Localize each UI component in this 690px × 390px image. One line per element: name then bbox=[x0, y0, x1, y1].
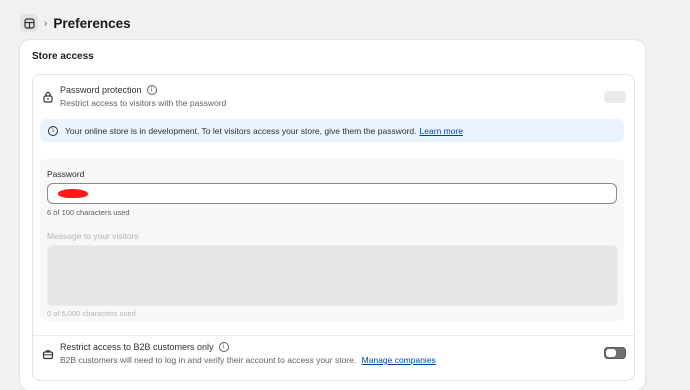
manage-companies-link[interactable]: Manage companies bbox=[362, 355, 436, 365]
b2b-label: Restrict access to B2B customers only bbox=[60, 342, 214, 352]
page-header: › Preferences bbox=[20, 12, 131, 34]
toggle-knob bbox=[606, 349, 616, 357]
info-icon[interactable]: i bbox=[146, 85, 157, 95]
banner-text: Your online store is in development. To … bbox=[65, 125, 417, 136]
message-label: Message to your visitors bbox=[47, 231, 139, 241]
password-protection-title: Password protection i bbox=[60, 85, 157, 95]
section-divider bbox=[33, 335, 634, 336]
development-banner: i Your online store is in development. T… bbox=[40, 119, 624, 142]
password-input[interactable] bbox=[47, 183, 617, 204]
password-char-count: 6 of 100 characters used bbox=[47, 208, 130, 217]
b2b-description-row: B2B customers will need to log in and ve… bbox=[60, 355, 436, 365]
redaction-mark bbox=[57, 189, 89, 198]
b2b-description: B2B customers will need to log in and ve… bbox=[60, 355, 357, 365]
password-protection-label: Password protection bbox=[60, 85, 142, 95]
b2b-title: Restrict access to B2B customers only i bbox=[60, 342, 229, 352]
b2b-toggle[interactable] bbox=[604, 347, 626, 359]
password-settings-box: Password 6 of 100 characters used Messag… bbox=[40, 159, 624, 321]
message-textarea[interactable] bbox=[47, 245, 618, 306]
briefcase-icon bbox=[42, 350, 54, 360]
page-title: Preferences bbox=[53, 15, 131, 31]
lock-icon bbox=[43, 91, 53, 103]
info-icon[interactable]: i bbox=[218, 342, 229, 352]
chevron-right-icon: › bbox=[44, 17, 48, 29]
store-access-section: Password protection i Restrict access to… bbox=[32, 74, 635, 381]
message-char-count: 0 of 5,000 characters used bbox=[47, 309, 136, 318]
store-layout-icon[interactable] bbox=[20, 14, 38, 32]
card-title: Store access bbox=[32, 51, 94, 62]
info-circle-icon: i bbox=[48, 125, 58, 136]
password-label: Password bbox=[47, 169, 85, 179]
store-access-card: Store access Password protection i Restr… bbox=[20, 40, 645, 390]
password-protection-description: Restrict access to visitors with the pas… bbox=[60, 98, 227, 108]
password-protection-toggle[interactable] bbox=[604, 91, 626, 103]
layout-glyph bbox=[23, 17, 35, 29]
learn-more-link[interactable]: Learn more bbox=[420, 126, 463, 136]
